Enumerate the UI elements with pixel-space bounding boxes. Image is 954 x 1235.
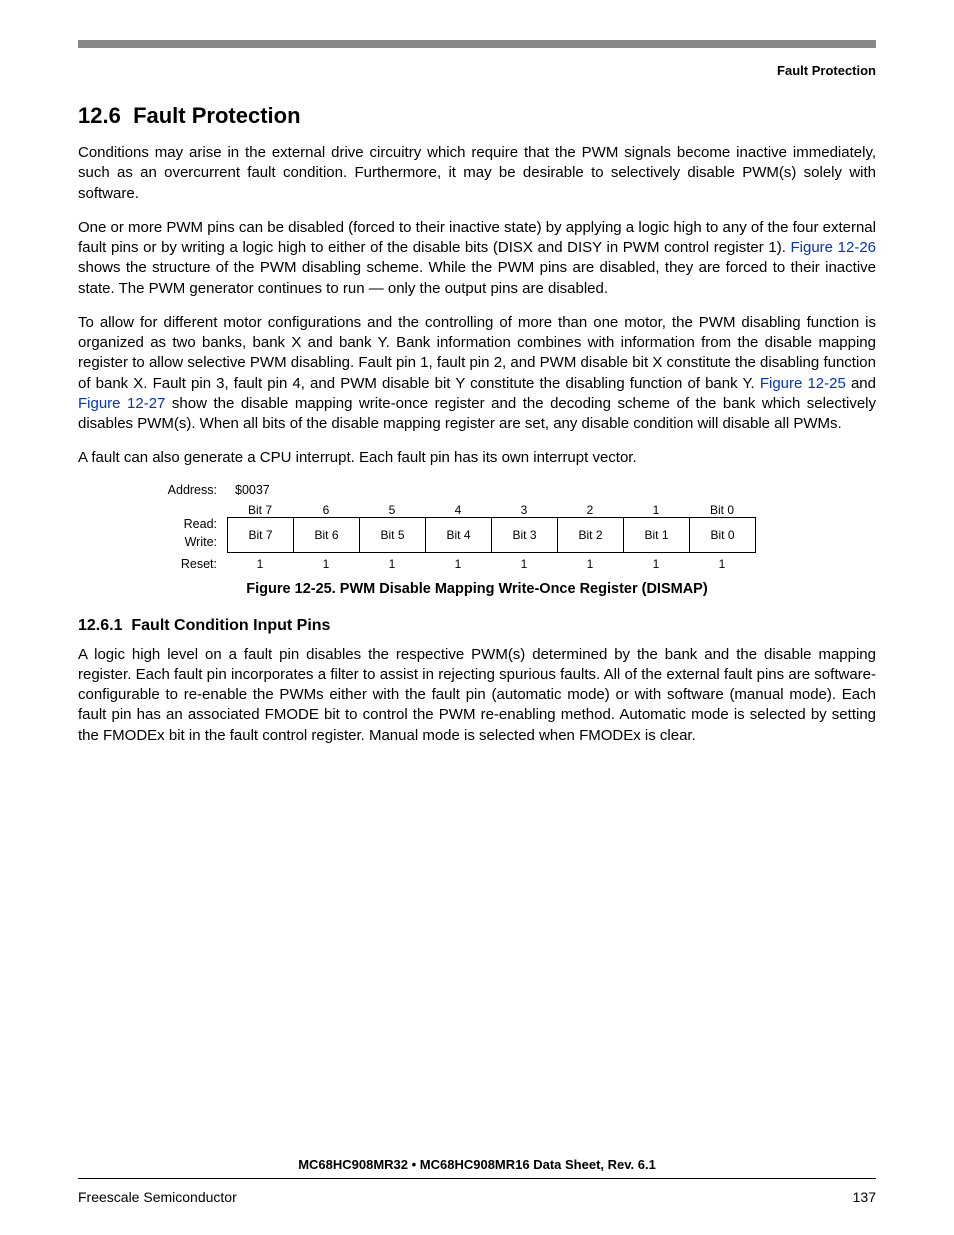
bit-cell: Bit 4: [426, 518, 492, 552]
reset-value: 1: [491, 557, 557, 571]
footer-doc-title: MC68HC908MR32 • MC68HC908MR16 Data Sheet…: [78, 1157, 876, 1179]
bit-header: 5: [359, 503, 425, 517]
reset-label: Reset:: [127, 557, 227, 571]
reset-value: 1: [293, 557, 359, 571]
reset-value: 1: [425, 557, 491, 571]
bit-cell: Bit 0: [690, 518, 756, 552]
bit-header: 2: [557, 503, 623, 517]
page-footer: MC68HC908MR32 • MC68HC908MR16 Data Sheet…: [78, 1157, 876, 1205]
bit-header: 4: [425, 503, 491, 517]
subsection-paragraph-1: A logic high level on a fault pin disabl…: [78, 645, 876, 746]
p2-text-b: shows the structure of the PWM disabling…: [78, 259, 876, 296]
register-figure: Address: $0037 Bit 7 6 5 4 3 2 1 Bit 0 R…: [127, 483, 827, 597]
section-heading: 12.6 Fault Protection: [78, 103, 876, 129]
write-label: Write:: [127, 535, 217, 552]
figure-link-12-26[interactable]: Figure 12-26: [791, 239, 877, 256]
bit-cell: Bit 1: [624, 518, 690, 552]
bit-cell: Bit 2: [558, 518, 624, 552]
p2-text-a: One or more PWM pins can be disabled (fo…: [78, 219, 876, 256]
subsection-number: 12.6.1: [78, 617, 122, 634]
header-section-label: Fault Protection: [78, 63, 876, 78]
read-label: Read:: [127, 517, 217, 534]
figure-link-12-25[interactable]: Figure 12-25: [760, 375, 846, 392]
header-divider: [78, 40, 876, 48]
section-title-text: Fault Protection: [133, 103, 300, 128]
footer-page-number: 137: [853, 1189, 876, 1205]
reset-value: 1: [557, 557, 623, 571]
reset-value: 1: [359, 557, 425, 571]
bit-header: Bit 7: [227, 503, 293, 517]
bit-header: Bit 0: [689, 503, 755, 517]
bit-header: 1: [623, 503, 689, 517]
address-label: Address:: [127, 483, 227, 497]
bit-cell: Bit 7: [228, 518, 294, 552]
bit-header: 3: [491, 503, 557, 517]
footer-company: Freescale Semiconductor: [78, 1189, 237, 1205]
figure-caption: Figure 12-25. PWM Disable Mapping Write-…: [127, 581, 827, 597]
reset-value: 1: [227, 557, 293, 571]
subsection-heading: 12.6.1 Fault Condition Input Pins: [78, 617, 876, 635]
paragraph-4: A fault can also generate a CPU interrup…: [78, 448, 876, 468]
subsection-title-text: Fault Condition Input Pins: [131, 617, 330, 634]
p3-text-mid: and: [846, 375, 876, 392]
section-number: 12.6: [78, 103, 121, 128]
bit-cell: Bit 3: [492, 518, 558, 552]
reset-value: 1: [689, 557, 755, 571]
figure-link-12-27[interactable]: Figure 12-27: [78, 395, 165, 412]
bit-header: 6: [293, 503, 359, 517]
reset-value: 1: [623, 557, 689, 571]
address-value: $0037: [235, 483, 270, 497]
paragraph-2: One or more PWM pins can be disabled (fo…: [78, 218, 876, 299]
paragraph-1: Conditions may arise in the external dri…: [78, 143, 876, 204]
p3-text-b: show the disable mapping write-once regi…: [78, 395, 876, 432]
paragraph-3: To allow for different motor configurati…: [78, 313, 876, 435]
bit-cell: Bit 5: [360, 518, 426, 552]
bit-cell: Bit 6: [294, 518, 360, 552]
p3-text-a: To allow for different motor configurati…: [78, 314, 876, 392]
